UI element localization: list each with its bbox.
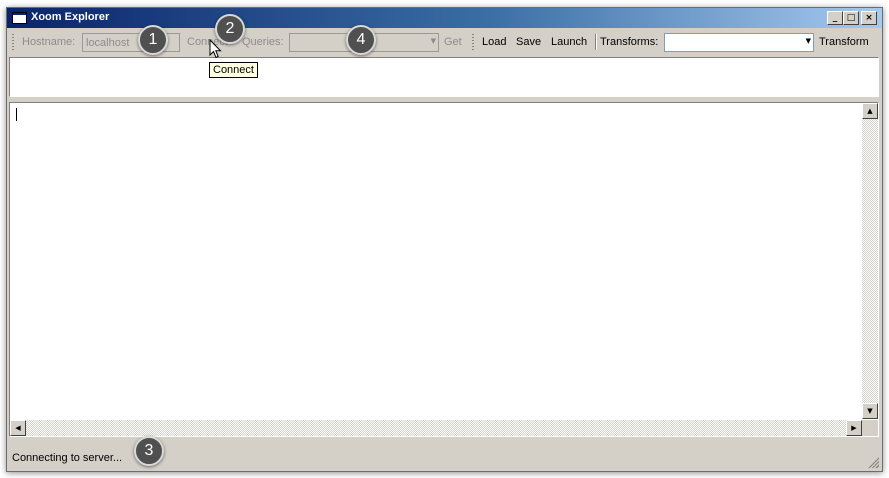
launch-button[interactable]: Launch <box>551 36 587 48</box>
title-bar[interactable]: Xoom Explorer _ □ × <box>7 8 882 28</box>
toolbar-separator <box>595 34 597 50</box>
xoom-explorer-window: Xoom Explorer _ □ × Hostname: Connect Qu… <box>6 7 883 472</box>
dropdown-arrow-icon[interactable]: ▼ <box>431 37 436 45</box>
callout-marker-3: 3 <box>134 436 164 466</box>
minimize-button[interactable]: _ <box>827 11 843 25</box>
get-button[interactable]: Get <box>444 36 462 48</box>
save-button[interactable]: Save <box>516 36 541 48</box>
close-button[interactable]: × <box>861 11 877 25</box>
transforms-label: Transforms: <box>600 36 659 48</box>
maximize-button[interactable]: □ <box>843 11 859 25</box>
horizontal-scrollbar[interactable] <box>10 420 862 436</box>
hostname-label: Hostname: <box>22 36 76 48</box>
app-window-icon <box>12 12 27 24</box>
query-input-area[interactable] <box>9 57 879 97</box>
scroll-right-arrow-icon[interactable]: ▶ <box>846 420 862 436</box>
mouse-pointer-icon <box>209 39 222 59</box>
transforms-select[interactable]: ▼ <box>664 33 814 52</box>
load-button[interactable]: Load <box>482 36 506 48</box>
toolbar-grip-icon[interactable] <box>12 34 14 50</box>
scrollbar-corner <box>862 420 878 436</box>
vertical-scrollbar[interactable] <box>862 103 878 419</box>
transform-button[interactable]: Transform <box>819 36 869 48</box>
scroll-up-arrow-icon[interactable]: ▲ <box>862 103 878 119</box>
text-caret <box>16 108 17 121</box>
callout-marker-4: 4 <box>346 25 376 55</box>
queries-label: Queries: <box>242 36 284 48</box>
dropdown-arrow-icon[interactable]: ▼ <box>806 37 811 45</box>
scroll-down-arrow-icon[interactable]: ▼ <box>862 403 878 419</box>
toolbar-grip-icon[interactable] <box>472 34 474 50</box>
callout-marker-1: 1 <box>138 25 168 55</box>
connect-tooltip: Connect <box>209 62 258 78</box>
results-text-area[interactable]: ▲ ▼ ◀ ▶ <box>9 102 879 437</box>
scroll-left-arrow-icon[interactable]: ◀ <box>10 420 26 436</box>
window-title: Xoom Explorer <box>31 11 110 23</box>
resize-grip-icon[interactable] <box>867 456 879 468</box>
callout-marker-2: 2 <box>215 14 245 44</box>
status-text: Connecting to server... <box>12 452 123 464</box>
